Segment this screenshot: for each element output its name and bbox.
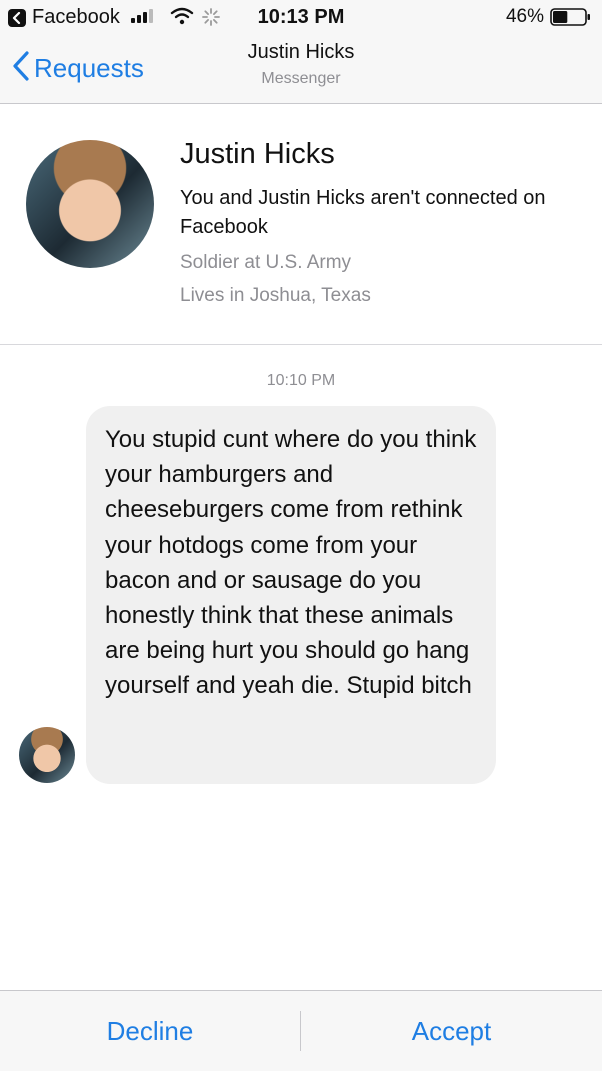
decline-button[interactable]: Decline [0, 991, 300, 1071]
accept-button[interactable]: Accept [301, 991, 602, 1071]
message-timestamp: 10:10 PM [266, 372, 336, 389]
profile-location: Lives in Joshua, Texas [180, 285, 371, 306]
profile-work: Soldier at U.S. Army [180, 252, 352, 273]
profile-avatar[interactable] [26, 140, 154, 268]
message-request-screen: Facebook 10:13 PM 46% Requests Justin Hi… [0, 0, 602, 1071]
navigation-bar: Requests Justin Hicks Messenger [0, 34, 602, 104]
nav-title-group: Justin Hicks Messenger [0, 41, 602, 88]
profile-name: Justin Hicks [180, 138, 335, 170]
status-bar: Facebook 10:13 PM 46% [0, 0, 602, 34]
nav-title: Justin Hicks [247, 41, 355, 63]
request-action-bar: Decline Accept [0, 990, 602, 1071]
profile-header: Justin Hicks You and Justin Hicks aren't… [0, 104, 602, 345]
sender-avatar[interactable] [19, 727, 75, 783]
message-bubble[interactable]: You stupid cunt where do you think your … [86, 406, 496, 784]
battery-percent: 46% [505, 6, 544, 27]
nav-subtitle: Messenger [261, 70, 341, 87]
battery-icon [550, 8, 592, 26]
connection-status: You and Justin Hicks aren't connected on… [180, 187, 546, 238]
